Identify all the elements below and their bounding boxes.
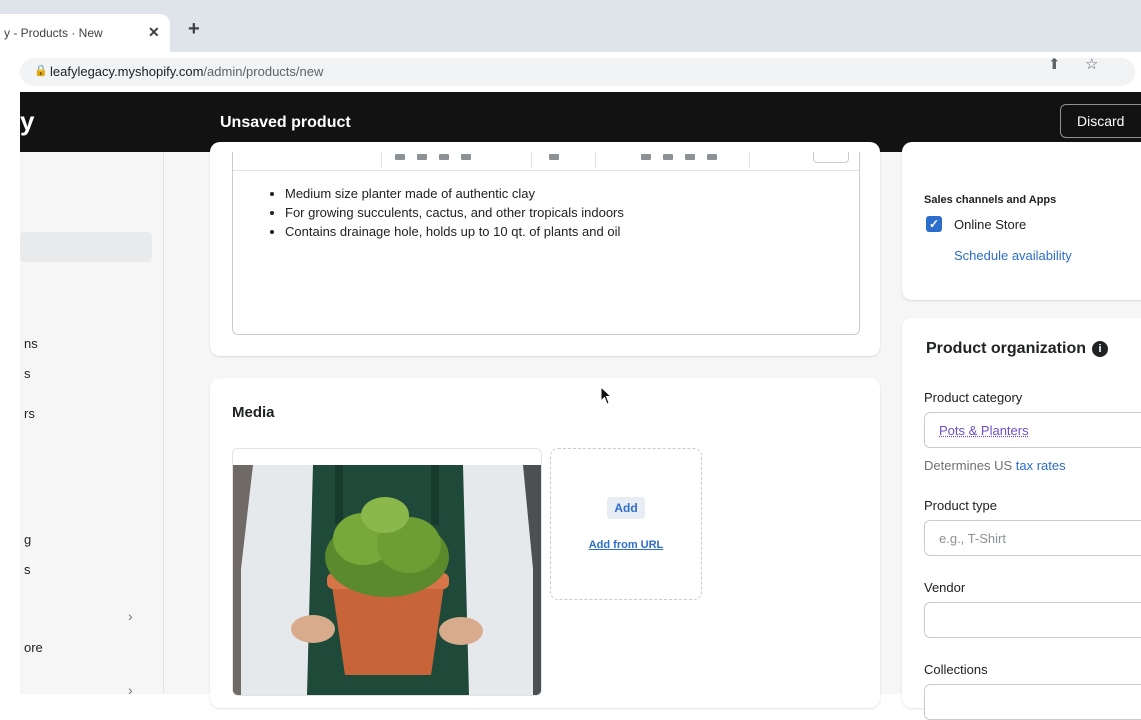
url-field[interactable]: 🔒 leafylegacy.myshopify.com/admin/produc… [20,58,1135,86]
image-icon[interactable] [663,154,673,160]
online-store-checkbox[interactable]: ✓ [926,216,942,232]
toolbar-divider [531,152,532,168]
plant-photo [233,449,541,695]
editor-toolbar [233,152,859,171]
mouse-cursor-icon [600,386,614,406]
align-icon[interactable] [549,154,559,160]
chevron-right-icon[interactable]: › [128,682,133,698]
sidebar-item-label[interactable]: rs [24,406,35,421]
page-title: Unsaved product [220,114,351,132]
vendor-label: Vendor [924,580,965,595]
online-store-label: Online Store [954,217,1026,232]
toolbar-divider [595,152,596,168]
tax-rates-link[interactable]: tax rates [1016,458,1066,473]
underline-icon[interactable] [439,154,449,160]
sidebar-item-label[interactable]: ore [24,640,43,655]
product-organization-title: Product organization i [926,340,1108,358]
bold-icon[interactable] [395,154,405,160]
color-icon[interactable] [461,154,471,160]
list-item: Medium size planter made of authentic cl… [285,184,624,203]
browser-address-bar: 🔒 leafylegacy.myshopify.com/admin/produc… [0,52,1141,92]
tab-title: y - Products · New [4,26,103,40]
product-type-label: Product type [924,498,997,513]
add-media-button[interactable]: Add [607,497,645,519]
schedule-availability-link[interactable]: Schedule availability [954,248,1072,263]
list-item: For growing succulents, cactus, and othe… [285,203,624,222]
sidebar-item-label[interactable]: g [24,532,31,547]
table-icon[interactable] [707,154,717,160]
sidebar-item-active[interactable] [20,232,152,262]
url-text[interactable]: leafylegacy.myshopify.com/admin/products… [50,64,323,79]
product-image[interactable] [232,448,542,696]
media-title: Media [232,404,275,421]
video-icon[interactable] [685,154,695,160]
bookmark-star-icon[interactable]: ☆ [1085,55,1098,73]
html-toggle-button[interactable] [813,152,849,163]
list-item: Contains drainage hole, holds up to 10 q… [285,222,624,241]
share-icon[interactable]: ⬆ [1048,55,1061,73]
url-host: leafylegacy.myshopify.com [50,64,203,79]
italic-icon[interactable] [417,154,427,160]
url-path: /admin/products/new [203,64,323,79]
new-tab-button[interactable]: + [188,18,200,41]
discard-button[interactable]: Discard [1060,104,1141,138]
main-content: Medium size planter made of authentic cl… [164,152,900,694]
media-card: Media Add Add from URL [210,378,880,708]
media-dropzone[interactable]: Add Add from URL [550,448,702,600]
add-from-url-link[interactable]: Add from URL [551,539,701,551]
toolbar-divider [749,152,750,168]
sidebar-item-label[interactable]: s [24,562,31,577]
sales-channels-heading: Sales channels and Apps [924,194,1056,206]
description-bullets: Medium size planter made of authentic cl… [263,184,624,241]
product-category-label: Product category [924,390,1022,405]
browser-tab-strip: y - Products · New ✕ + [0,0,1141,52]
product-type-placeholder: e.g., T-Shirt [939,531,1006,546]
product-type-input[interactable]: e.g., T-Shirt [924,520,1141,556]
description-editor[interactable]: Medium size planter made of authentic cl… [232,152,860,335]
vendor-input[interactable] [924,602,1141,638]
link-icon[interactable] [641,154,651,160]
sidebar-item-label[interactable]: s [24,366,31,381]
product-category-value: Pots & Planters [939,423,1029,438]
sidebar-item-label[interactable]: ns [24,336,38,351]
tax-rates-note: Determines US tax rates [924,458,1066,473]
tax-note-text: Determines US [924,458,1016,473]
description-card: Medium size planter made of authentic cl… [210,142,880,356]
right-column: Sales channels and Apps ✓ Online Store S… [900,152,1141,694]
tab-close-icon[interactable]: ✕ [148,24,160,41]
info-icon[interactable]: i [1092,341,1108,357]
product-category-field[interactable]: Pots & Planters [924,412,1141,448]
product-organization-label: Product organization [926,340,1086,357]
collections-label: Collections [924,662,988,677]
browser-tab[interactable]: y - Products · New ✕ [0,14,170,52]
chevron-right-icon[interactable]: › [128,608,133,624]
product-organization-card: Product organization i Product category P… [902,318,1141,708]
lock-icon: 🔒 [34,64,48,77]
store-logo-fragment: y [20,106,34,137]
collections-input[interactable] [924,684,1141,720]
sales-channels-card: Sales channels and Apps ✓ Online Store S… [902,142,1141,300]
toolbar-divider [381,152,382,168]
admin-sidebar: ns s rs g s › ore › [20,152,164,694]
